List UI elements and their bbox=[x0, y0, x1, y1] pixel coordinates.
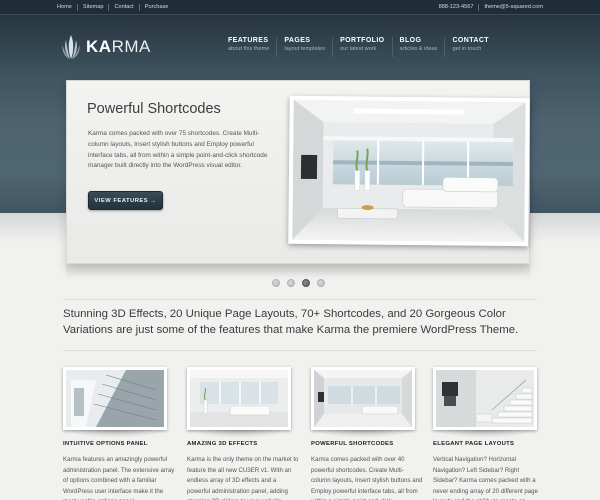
thumbnail-shadow bbox=[433, 430, 537, 438]
thumbnail-shadow bbox=[63, 430, 167, 438]
nav-subtitle: about this theme bbox=[228, 46, 270, 52]
feature-title: POWERFUL SHORTCODES bbox=[311, 441, 394, 447]
staircase-photo-icon bbox=[436, 370, 534, 427]
leaf-logo-icon bbox=[62, 35, 80, 59]
feature-slider: Powerful Shortcodes Karma comes packed w… bbox=[66, 80, 530, 264]
main-nav: FEATURES about this theme PAGES layout t… bbox=[222, 37, 496, 57]
top-contact: 888-123-4567 theme@5-squared.com bbox=[434, 4, 543, 11]
view-features-button[interactable]: VIEW FEATURES → bbox=[88, 191, 163, 210]
site-logo[interactable]: KARMA bbox=[62, 34, 151, 60]
feature-description: Karma is the only theme on the market to… bbox=[187, 456, 299, 500]
lounge-photo-icon bbox=[190, 370, 288, 427]
nav-title: PAGES bbox=[284, 37, 311, 44]
feature-title: INTUITIVE OPTIONS PANEL bbox=[63, 441, 148, 447]
nav-subtitle: our latest work bbox=[340, 46, 377, 52]
slider-pagination bbox=[272, 279, 332, 287]
logo-bold: KA bbox=[86, 37, 112, 56]
nav-features[interactable]: FEATURES about this theme bbox=[222, 37, 276, 57]
feature-column-layouts: ELEGANT PAGE LAYOUTS Vertical Navigation… bbox=[433, 367, 538, 500]
divider bbox=[63, 350, 537, 351]
tagline: Stunning 3D Effects, 20 Unique Page Layo… bbox=[63, 308, 519, 336]
feature-title: AMAZING 3D EFFECTS bbox=[187, 441, 258, 447]
feature-description: Vertical Navigation? Horizontal Navigati… bbox=[433, 456, 538, 500]
divider bbox=[63, 299, 537, 300]
feature-thumbnail[interactable] bbox=[63, 367, 167, 430]
phone-number: 888-123-4567 bbox=[434, 4, 480, 11]
logo-rest: RMA bbox=[111, 37, 151, 56]
nav-title: BLOG bbox=[399, 37, 422, 44]
feature-description: Karma features an amazingly powerful adm… bbox=[63, 456, 175, 500]
nav-portfolio[interactable]: PORTFOLIO our latest work bbox=[332, 37, 391, 57]
nav-pages[interactable]: PAGES layout templates bbox=[276, 37, 332, 57]
nav-subtitle: layout templates bbox=[284, 46, 326, 52]
slider-dot-2[interactable] bbox=[287, 279, 295, 287]
nav-title: FEATURES bbox=[228, 37, 269, 44]
feature-thumbnail[interactable] bbox=[187, 367, 291, 430]
feature-thumbnail[interactable] bbox=[433, 367, 537, 430]
slide-description: Karma comes packed with over 75 shortcod… bbox=[88, 130, 268, 170]
nav-title: CONTACT bbox=[452, 37, 489, 44]
feature-title: ELEGANT PAGE LAYOUTS bbox=[433, 441, 515, 447]
top-link-purchase[interactable]: Purchase bbox=[140, 4, 174, 11]
thumbnail-shadow bbox=[311, 430, 415, 438]
top-bar: Home Sitemap Contact Purchase 888-123-45… bbox=[0, 0, 600, 15]
feature-column-options: INTUITIVE OPTIONS PANEL Karma features a… bbox=[63, 367, 174, 500]
slide-image bbox=[288, 95, 530, 247]
feature-column-shortcodes: POWERFUL SHORTCODES Karma comes packed w… bbox=[311, 367, 422, 500]
thumbnail-shadow bbox=[187, 430, 291, 438]
living-room-photo-icon bbox=[292, 99, 526, 243]
top-links: Home Sitemap Contact Purchase bbox=[57, 4, 173, 11]
slider-dot-3[interactable] bbox=[302, 279, 310, 287]
top-link-contact[interactable]: Contact bbox=[109, 4, 140, 11]
nav-title: PORTFOLIO bbox=[340, 37, 385, 44]
slide-title: Powerful Shortcodes bbox=[87, 101, 221, 117]
building-photo-icon bbox=[66, 370, 164, 427]
feature-thumbnail[interactable] bbox=[311, 367, 415, 430]
nav-blog[interactable]: BLOG articles & ideas bbox=[391, 37, 445, 57]
nav-subtitle: articles & ideas bbox=[399, 46, 438, 52]
feature-column-3d: AMAZING 3D EFFECTS Karma is the only the… bbox=[187, 367, 298, 500]
nav-subtitle: get in touch bbox=[452, 46, 482, 52]
slider-dot-1[interactable] bbox=[272, 279, 280, 287]
slider-dot-4[interactable] bbox=[317, 279, 325, 287]
top-link-sitemap[interactable]: Sitemap bbox=[78, 4, 110, 11]
email-link[interactable]: theme@5-squared.com bbox=[479, 4, 543, 11]
logo-wordmark: KARMA bbox=[86, 37, 151, 57]
slider-shadow bbox=[66, 264, 530, 278]
top-link-home[interactable]: Home bbox=[57, 4, 78, 11]
feature-description: Karma comes packed with over 40 powerful… bbox=[311, 456, 423, 500]
nav-contact[interactable]: CONTACT get in touch bbox=[444, 37, 496, 57]
living-room-photo-icon bbox=[314, 370, 412, 427]
